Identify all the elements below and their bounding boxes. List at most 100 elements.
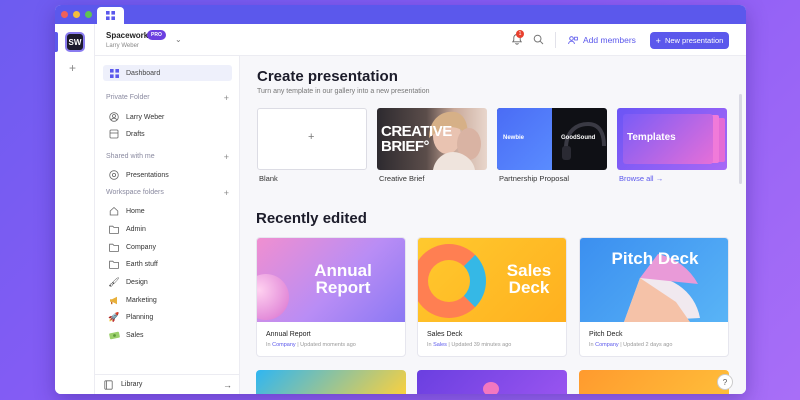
sidebar-item-larry-weber[interactable]: Larry Weber [103,109,232,125]
new-presentation-button[interactable]: + New presentation [650,32,729,49]
card-title: Sales Deck [427,331,463,338]
card-title: Annual Report [266,331,311,338]
workspace-name[interactable]: Spacework [106,31,148,40]
section-title: Workspace folders [106,189,164,196]
sidebar-item-home[interactable]: Home [103,203,232,219]
card-thumb-title: Annual Report [314,261,372,297]
top-header: Spacework PRO Larry Weber ⌄ 1 Add member… [95,24,746,56]
sidebar-item-label: Admin [126,225,146,233]
card-thumbnail: Pitch Deck [580,238,728,322]
create-presentation-title: Create presentation [257,68,398,85]
library-label: Library [121,381,143,388]
question-icon: ? [722,377,728,387]
section-title: Private Folder [106,94,150,101]
template-partnership-proposal[interactable]: Newbie GoodSound [497,108,607,170]
decor-sphere [257,274,289,320]
template-label-creative-brief: Creative Brief [379,174,425,183]
section-title: Shared with me [106,153,155,160]
browse-all-label: Browse all [619,174,654,183]
close-window-button[interactable] [61,11,68,18]
add-workspace-button[interactable]: + [69,61,76,75]
sidebar-item-design[interactable]: 🖌 Design [103,274,232,290]
card-folder-link[interactable]: Sales [433,342,447,348]
arrow-right-icon[interactable]: → [223,380,232,390]
browser-tab[interactable] [97,7,124,24]
sidebar-item-label: Home [126,207,145,215]
help-button[interactable]: ? [717,374,733,390]
sidebar-item-dashboard[interactable]: Dashboard [103,65,232,81]
chevron-down-icon[interactable]: ⌄ [175,35,182,44]
template-label-blank: Blank [259,174,278,183]
card-in-label: In [427,342,432,348]
card-folder-link[interactable]: Company [272,342,296,348]
card-meta: In Company | Updated 2 days ago [589,342,673,348]
megaphone-icon [108,294,120,306]
workspace-avatar[interactable]: SW [65,32,85,52]
sidebar-item-presentations[interactable]: Presentations [103,167,232,183]
templates-thumb-text: Templates [627,132,676,143]
new-presentation-label: New presentation [664,36,724,45]
minimize-window-button[interactable] [73,11,80,18]
maximize-window-button[interactable] [85,11,92,18]
creative-brief-thumb-text: CREATIVE BRIEF° [381,123,452,155]
template-label-partnership-proposal: Partnership Proposal [499,174,570,183]
title-bar [55,5,746,24]
shared-folder-icon [108,169,120,181]
scrollbar[interactable] [739,94,742,184]
book-icon [104,379,113,390]
paintbrush-icon: 🖌 [108,276,120,287]
proposal-right-text: GoodSound [561,135,596,141]
search-icon[interactable] [533,34,544,45]
members-icon [568,35,578,44]
recent-card-partial[interactable] [417,370,567,394]
sidebar-item-earth-stuff[interactable]: Earth stuff [103,256,232,272]
browse-all-link[interactable]: Browse all → [619,174,663,183]
drafts-icon [108,128,120,140]
recent-card-partial[interactable] [579,370,729,394]
recent-card-pitch-deck[interactable]: Pitch Deck Pitch Deck In Company | Updat… [579,237,729,357]
sidebar-item-label: Sales [126,331,144,339]
sidebar-item-planning[interactable]: 🚀 Planning [103,309,232,325]
sidebar-item-company[interactable]: Company [103,239,232,255]
add-members-label: Add members [583,35,636,45]
recent-card-partial[interactable] [256,370,406,394]
card-folder-link[interactable]: Company [595,342,619,348]
add-members-button[interactable]: Add members [568,32,636,48]
card-updated: Updated moments ago [300,342,356,348]
create-presentation-subtitle: Turn any template in our gallery into a … [257,88,430,95]
workspace-rail: SW + [55,24,95,394]
sidebar-item-marketing[interactable]: Marketing [103,292,232,308]
add-workspace-folder-button[interactable]: + [224,188,229,198]
plan-badge: PRO [147,30,166,40]
template-gallery[interactable]: Templates [617,108,727,170]
recent-card-annual-report[interactable]: Annual Report Annual Report In Company |… [256,237,406,357]
sidebar-item-label: Company [126,243,156,251]
library-link[interactable]: Library → [95,374,240,394]
card-thumbnail: Annual Report [257,238,405,322]
folder-icon [108,258,120,270]
card-meta: In Sales | Updated 39 minutes ago [427,342,512,348]
add-private-folder-button[interactable]: + [224,93,229,103]
workspace-folders-heading: Workspace folders + [106,188,229,198]
template-blank[interactable]: + [257,108,367,170]
sidebar-item-label: Larry Weber [126,113,165,121]
add-shared-button[interactable]: + [224,152,229,162]
private-folder-heading: Private Folder + [106,93,229,103]
app-window: SW + Spacework PRO Larry Weber ⌄ 1 Add m… [55,5,746,394]
sidebar-item-drafts[interactable]: Drafts [103,126,232,142]
sidebar-item-label: Design [126,278,148,286]
sidebar-item-label: Drafts [126,130,145,138]
main-content: Create presentation Turn any template in… [240,56,746,394]
card-updated: Updated 2 days ago [623,342,673,348]
folder-icon [108,241,120,253]
shared-heading: Shared with me + [106,152,229,162]
recently-edited-title: Recently edited [256,210,367,227]
notification-count-badge: 1 [516,30,524,38]
sidebar-item-sales[interactable]: Sales [103,327,232,343]
recent-card-sales-deck[interactable]: Sales Deck Sales Deck In Sales | Updated… [417,237,567,357]
sidebar: Dashboard Private Folder + Larry Weber Dr… [95,56,240,394]
template-creative-brief[interactable]: CREATIVE BRIEF° [377,108,487,170]
card-title: Pitch Deck [589,331,623,338]
sidebar-item-admin[interactable]: Admin [103,221,232,237]
current-user-name: Larry Weber [106,43,139,49]
